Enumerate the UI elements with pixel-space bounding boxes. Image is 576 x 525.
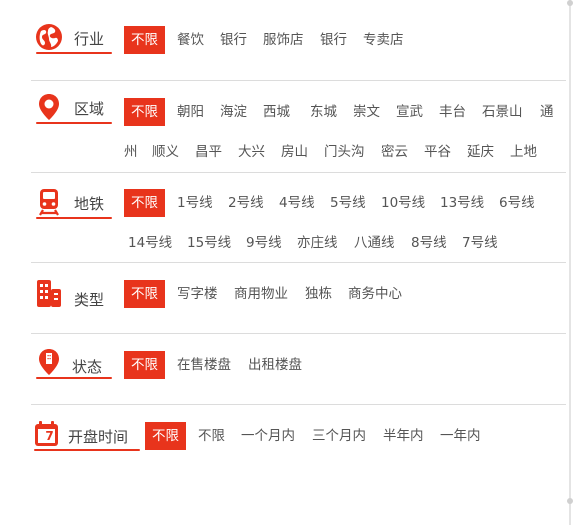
scrollbar-top-cap[interactable] <box>567 0 573 6</box>
filter-option[interactable]: 7号线 <box>462 229 498 257</box>
filter-option[interactable]: 上地 <box>510 138 537 166</box>
filter-option[interactable]: 顺义 <box>152 138 179 166</box>
filter-option[interactable]: 写字楼 <box>177 280 218 308</box>
office-building-icon <box>34 278 64 308</box>
filter-option[interactable]: 6号线 <box>499 189 535 217</box>
filter-option-unlimited[interactable]: 不限 <box>145 422 186 450</box>
filter-label-open-time: 7 开盘时间 <box>32 419 142 451</box>
filter-label-text: 状态 <box>72 358 103 376</box>
filter-option[interactable]: 东城 <box>310 98 337 126</box>
filter-option[interactable]: 丰台 <box>439 98 466 126</box>
filter-option-unlimited[interactable]: 不限 <box>124 26 165 54</box>
filter-label-text: 开盘时间 <box>68 428 129 446</box>
filter-option[interactable]: 5号线 <box>330 189 366 217</box>
divider <box>31 262 566 263</box>
filter-label-text: 地铁 <box>74 195 105 213</box>
filter-option-unlimited[interactable]: 不限 <box>124 351 165 379</box>
filter-row-open-time: 7 开盘时间 不限 不限 一个月内 三个月内 半年内 一年内 <box>0 414 566 474</box>
filter-label-text: 类型 <box>74 291 105 309</box>
filter-option-unlimited[interactable]: 不限 <box>124 98 165 126</box>
filter-option[interactable]: 宣武 <box>396 98 423 126</box>
filter-option[interactable]: 房山 <box>281 138 308 166</box>
filter-option[interactable]: 平谷 <box>424 138 451 166</box>
filter-option[interactable]: 朝阳 <box>177 98 204 126</box>
filter-label-text: 行业 <box>74 30 105 48</box>
label-underline <box>36 52 112 54</box>
filter-option[interactable]: 15号线 <box>187 229 231 257</box>
filter-label-district: 区域 <box>34 92 116 124</box>
label-underline <box>36 122 112 124</box>
map-pin-icon <box>34 92 64 122</box>
filter-option-unlimited[interactable]: 不限 <box>124 280 165 308</box>
filter-option[interactable]: 西城 <box>263 98 290 126</box>
scrollbar[interactable] <box>569 0 571 525</box>
divider <box>31 333 566 334</box>
filter-option[interactable]: 延庆 <box>467 138 494 166</box>
divider <box>31 80 566 81</box>
filter-option[interactable]: 三个月内 <box>312 422 366 450</box>
filter-row-subway: 地铁 不限 1号线 2号线 4号线 5号线 10号线 13号线 6号线 14号线… <box>0 181 566 261</box>
filter-option[interactable]: 密云 <box>381 138 408 166</box>
filter-row-type: 类型 不限 写字楼 商用物业 独栋 商务中心 <box>0 272 566 332</box>
filter-label-status: 状态 <box>34 347 116 379</box>
calendar-day: 7 <box>45 429 54 443</box>
filter-option[interactable]: 不限 <box>198 422 225 450</box>
status-pin-icon <box>34 347 64 377</box>
filter-option[interactable]: 银行 <box>220 26 247 54</box>
filter-option[interactable]: 大兴 <box>238 138 265 166</box>
label-underline <box>36 217 112 219</box>
filter-option[interactable]: 9号线 <box>246 229 282 257</box>
filter-option[interactable]: 八通线 <box>354 229 395 257</box>
filter-option[interactable]: 1号线 <box>177 189 213 217</box>
filter-option[interactable]: 商用物业 <box>234 280 288 308</box>
globe-icon <box>34 22 64 52</box>
filter-option[interactable]: 14号线 <box>128 229 172 257</box>
filter-row-status: 状态 不限 在售楼盘 出租楼盘 <box>0 343 566 403</box>
filter-option[interactable]: 8号线 <box>411 229 447 257</box>
filter-option[interactable]: 海淀 <box>220 98 247 126</box>
filter-option[interactable]: 一个月内 <box>241 422 295 450</box>
filter-option[interactable]: 半年内 <box>383 422 424 450</box>
filter-option[interactable]: 通 <box>540 98 554 126</box>
label-underline <box>36 377 112 379</box>
label-underline <box>34 449 140 451</box>
filter-option[interactable]: 银行 <box>320 26 347 54</box>
filter-option[interactable]: 在售楼盘 <box>177 351 231 379</box>
filter-option[interactable]: 商务中心 <box>348 280 402 308</box>
divider <box>31 172 566 173</box>
subway-train-icon <box>34 187 64 217</box>
filter-option[interactable]: 专卖店 <box>363 26 404 54</box>
filter-option[interactable]: 服饰店 <box>263 26 304 54</box>
scrollbar-bottom-cap[interactable] <box>567 498 573 504</box>
filter-option[interactable]: 一年内 <box>440 422 481 450</box>
filter-option-unlimited[interactable]: 不限 <box>124 189 165 217</box>
filter-label-text: 区域 <box>74 100 105 118</box>
filter-option[interactable]: 独栋 <box>305 280 332 308</box>
filter-row-district: 区域 不限 朝阳 海淀 西城 东城 崇文 宣武 丰台 石景山 通 州 顺义 昌平… <box>0 90 566 170</box>
filter-option[interactable]: 2号线 <box>228 189 264 217</box>
filter-option[interactable]: 州 <box>124 138 138 166</box>
filter-option[interactable]: 13号线 <box>440 189 484 217</box>
divider <box>31 404 566 405</box>
filter-option[interactable]: 昌平 <box>195 138 222 166</box>
filter-option[interactable]: 石景山 <box>482 98 523 126</box>
filter-panel: 行业 不限 餐饮 银行 服饰店 银行 专卖店 区域 不限 朝阳 海淀 西城 东城… <box>0 0 566 525</box>
filter-row-industry: 行业 不限 餐饮 银行 服饰店 银行 专卖店 <box>0 20 566 80</box>
filter-label-type: 类型 <box>34 278 116 310</box>
filter-option[interactable]: 餐饮 <box>177 26 204 54</box>
filter-option[interactable]: 崇文 <box>353 98 380 126</box>
filter-option[interactable]: 10号线 <box>381 189 425 217</box>
filter-label-industry: 行业 <box>34 22 116 54</box>
filter-option[interactable]: 出租楼盘 <box>248 351 302 379</box>
filter-option[interactable]: 4号线 <box>279 189 315 217</box>
filter-option[interactable]: 门头沟 <box>324 138 365 166</box>
filter-label-subway: 地铁 <box>34 187 116 219</box>
filter-option[interactable]: 亦庄线 <box>297 229 338 257</box>
